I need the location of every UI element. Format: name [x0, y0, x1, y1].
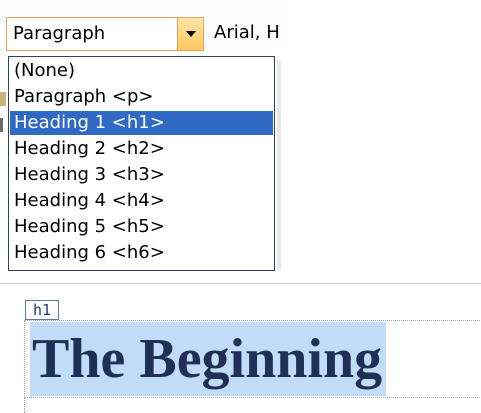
dropdown-option-heading-6[interactable]: Heading 6 <h6> [10, 241, 273, 265]
heading-text[interactable]: The Beginning [30, 322, 387, 396]
block-style-dropdown-button[interactable] [177, 18, 203, 50]
dropdown-option-heading-3[interactable]: Heading 3 <h3> [10, 163, 273, 187]
dropdown-option-heading-4[interactable]: Heading 4 <h4> [10, 189, 273, 213]
editor-margin-rule [24, 398, 26, 413]
dropdown-option-heading-5[interactable]: Heading 5 <h5> [10, 215, 273, 239]
block-style-select[interactable]: Paragraph [6, 17, 204, 51]
chevron-down-icon [186, 31, 196, 37]
dropdown-option-heading-2[interactable]: Heading 2 <h2> [10, 137, 273, 161]
font-family-value: Arial, H [214, 22, 280, 43]
block-style-value: Paragraph [13, 23, 106, 44]
toolbar-fragment-right [277, 60, 281, 270]
toolbar-fragment [0, 118, 3, 132]
formatting-toolbar: Paragraph Arial, H [0, 0, 290, 52]
dropdown-option-paragraph[interactable]: Paragraph <p> [10, 85, 273, 109]
element-tag-badge[interactable]: h1 [25, 300, 59, 320]
dropdown-option-none[interactable]: (None) [10, 59, 273, 83]
font-family-select[interactable]: Arial, H [212, 17, 292, 51]
editor-window: Paragraph Arial, H (None) Paragraph <p> … [0, 0, 481, 413]
toolbar-divider [0, 283, 481, 284]
block-style-dropdown-list[interactable]: (None) Paragraph <p> Heading 1 <h1> Head… [8, 56, 275, 271]
toolbar-fragment [0, 92, 6, 106]
dropdown-option-heading-1[interactable]: Heading 1 <h1> [10, 111, 273, 135]
